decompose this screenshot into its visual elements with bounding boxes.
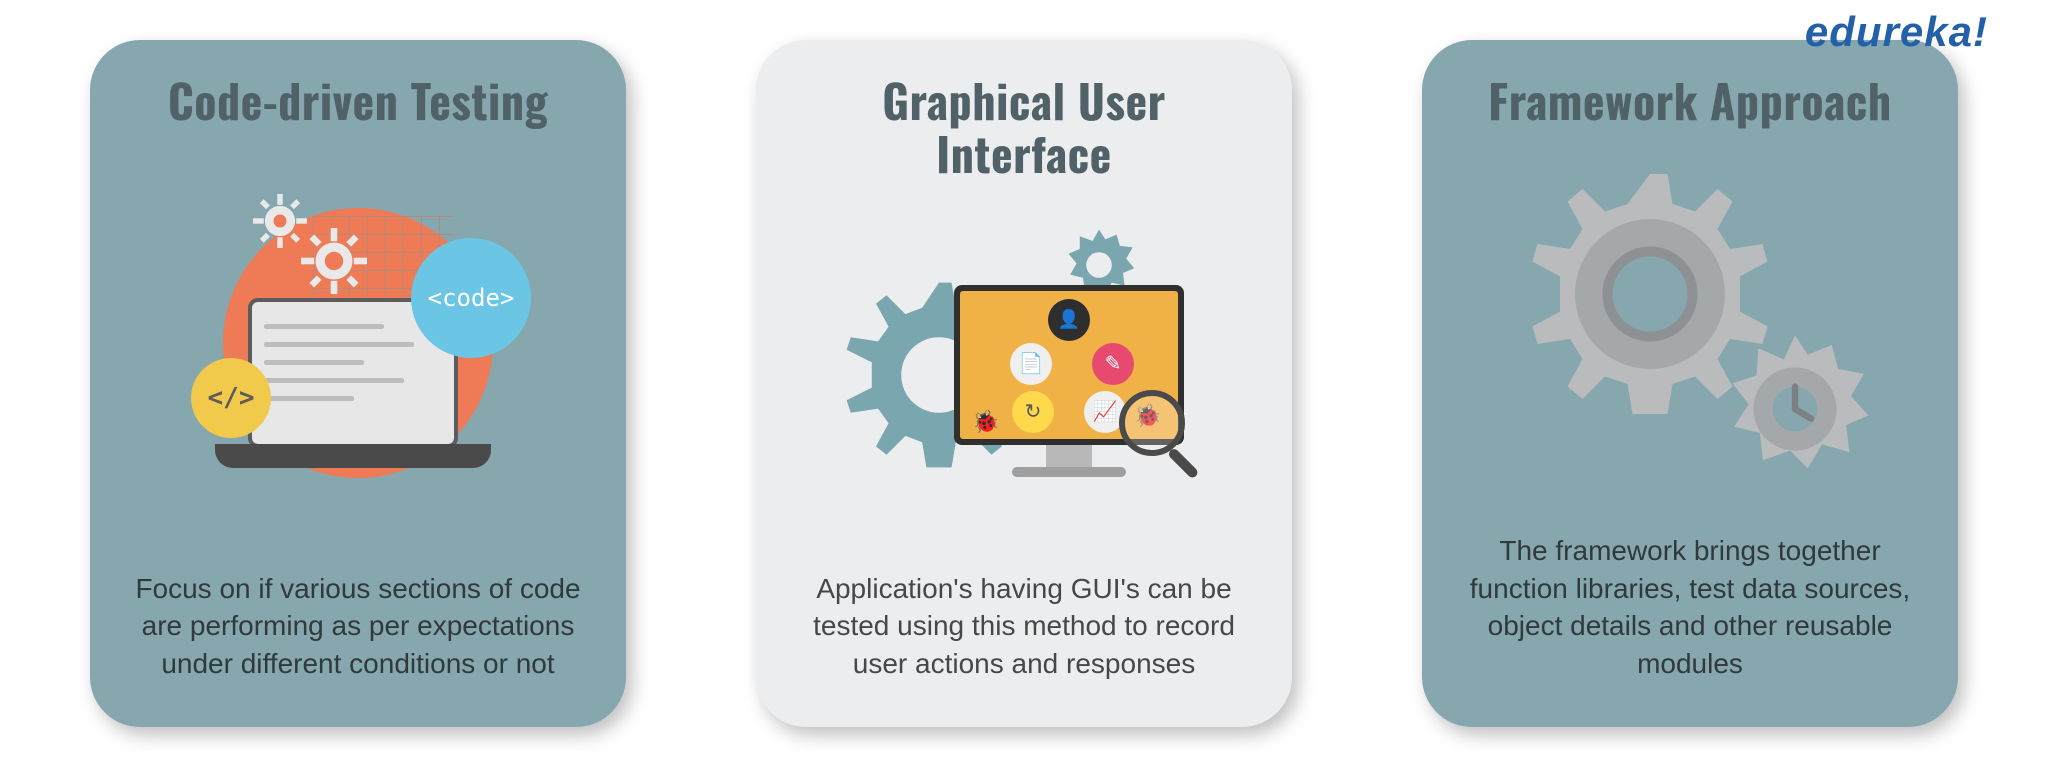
code-laptop-illustration: <code> </> bbox=[193, 198, 523, 498]
code-bubble-icon: <code> bbox=[411, 238, 531, 358]
card-illustration: 👤 📄 ✎ ↻ 📈 🐞 🐞 bbox=[796, 192, 1252, 558]
card-description: Focus on if various sections of code are… bbox=[130, 570, 586, 683]
gui-monitor-illustration: 👤 📄 ✎ ↻ 📈 🐞 🐞 bbox=[834, 225, 1214, 525]
card-title: Framework Approach bbox=[1488, 74, 1891, 127]
monitor-stand bbox=[1046, 445, 1092, 469]
card-description: Application's having GUI's can be tested… bbox=[796, 570, 1252, 683]
doc-badge-icon: 📄 bbox=[1010, 343, 1052, 385]
magnifier-icon bbox=[1114, 385, 1214, 485]
gear-icon bbox=[1715, 329, 1875, 494]
card-title: Code-driven Testing bbox=[168, 74, 548, 127]
gear-icon bbox=[301, 228, 367, 294]
laptop-base bbox=[215, 444, 491, 468]
framework-gears-illustration bbox=[1495, 169, 1885, 489]
card-gui: Graphical User Interface 👤 📄 ✎ ↻ 📈 bbox=[756, 40, 1292, 727]
card-code-driven-testing: Code-driven Testing <c bbox=[90, 40, 626, 727]
brand-logo: edureka! bbox=[1805, 8, 1988, 56]
edit-badge-icon: ✎ bbox=[1092, 343, 1134, 385]
card-illustration: <code> </> bbox=[130, 139, 586, 558]
tag-bubble-icon: </> bbox=[191, 358, 271, 438]
card-title: Graphical User Interface bbox=[796, 74, 1252, 180]
card-framework-approach: Framework Approach bbox=[1422, 40, 1958, 727]
card-description: The framework brings together function l… bbox=[1462, 532, 1918, 683]
cards-row: Code-driven Testing <c bbox=[0, 0, 2048, 767]
refresh-badge-icon: ↻ bbox=[1012, 391, 1054, 433]
user-badge-icon: 👤 bbox=[1048, 299, 1090, 341]
monitor-base bbox=[1012, 467, 1126, 477]
gear-icon bbox=[253, 194, 307, 248]
card-illustration bbox=[1462, 139, 1918, 520]
bug-icon: 🐞 bbox=[972, 409, 999, 435]
